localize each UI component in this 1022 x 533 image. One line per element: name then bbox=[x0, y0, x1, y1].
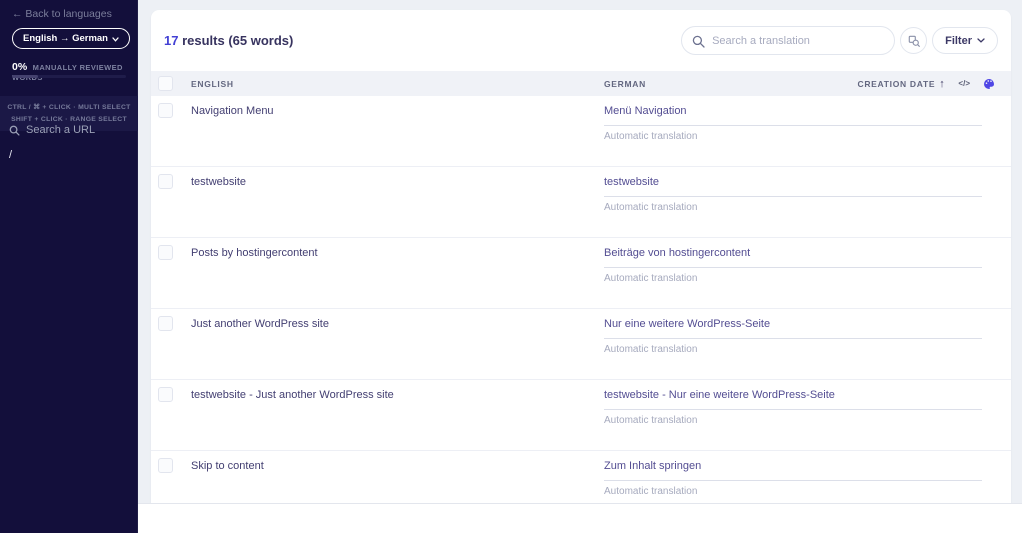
results-count: 17 bbox=[164, 33, 179, 48]
table-header: ENGLISH GERMAN CREATION DATE ↑ </> bbox=[151, 71, 1011, 96]
url-search-input[interactable]: Search a URL bbox=[9, 124, 95, 136]
sort-ascending-icon: ↑ bbox=[939, 77, 946, 90]
reviewed-progress-fill bbox=[12, 75, 38, 78]
filter-label: Filter bbox=[945, 34, 972, 47]
url-search-placeholder: Search a URL bbox=[26, 124, 96, 136]
row-checkbox[interactable] bbox=[158, 316, 173, 331]
back-to-languages-link[interactable]: ← Back to languages bbox=[12, 8, 112, 20]
translation-cell: Zum Inhalt springen Automatic translatio… bbox=[604, 451, 982, 497]
translation-search-input[interactable] bbox=[712, 27, 889, 54]
language-pair-label: English → German bbox=[23, 33, 108, 44]
shortcut-hint-line1: CTRL / ⌘ + CLICK · MULTI SELECT bbox=[7, 104, 131, 111]
back-to-languages-label: Back to languages bbox=[25, 8, 112, 20]
back-arrow-icon: ← bbox=[12, 8, 23, 20]
translation-cell: Beiträge von hostingercontent Automatic … bbox=[604, 238, 982, 284]
translation-status: Automatic translation bbox=[604, 131, 698, 142]
translation-field[interactable]: Zum Inhalt springen bbox=[604, 451, 982, 481]
search-in-code-icon bbox=[908, 35, 920, 47]
translation-status: Automatic translation bbox=[604, 273, 698, 284]
source-text: Navigation Menu bbox=[191, 105, 274, 117]
search-icon bbox=[9, 125, 20, 136]
translation-search bbox=[681, 26, 896, 55]
results-label: results (65 words) bbox=[178, 33, 294, 48]
row-checkbox[interactable] bbox=[158, 245, 173, 260]
chevron-down-icon bbox=[977, 38, 985, 43]
palette-icon[interactable] bbox=[983, 78, 995, 90]
row-checkbox[interactable] bbox=[158, 458, 173, 473]
source-text: Skip to content bbox=[191, 460, 264, 472]
source-text: testwebsite bbox=[191, 176, 247, 188]
translation-status: Automatic translation bbox=[604, 202, 698, 213]
translation-cell: testwebsite - Nur eine weitere WordPress… bbox=[604, 380, 982, 426]
reviewed-label: MANUALLY REVIEWED WORDS bbox=[12, 63, 123, 82]
translation-status: Automatic translation bbox=[604, 415, 698, 426]
source-text: Just another WordPress site bbox=[191, 318, 329, 330]
translation-rows: Navigation Menu Menü Navigation Automati… bbox=[151, 96, 1011, 522]
results-summary: 17 results (65 words) bbox=[164, 33, 293, 48]
creation-date-label: CREATION DATE bbox=[857, 78, 936, 89]
pagination-footer bbox=[138, 503, 1022, 533]
translation-field[interactable]: testwebsite - Nur eine weitere WordPress… bbox=[604, 380, 982, 410]
sidebar: ← Back to languages English → German 0% … bbox=[0, 0, 138, 533]
table-header-right: CREATION DATE ↑ </> bbox=[857, 71, 995, 96]
column-header-creation-date[interactable]: CREATION DATE ↑ bbox=[857, 78, 945, 90]
translation-field[interactable]: testwebsite bbox=[604, 167, 982, 197]
language-pair-selector[interactable]: English → German bbox=[12, 28, 130, 49]
row-checkbox[interactable] bbox=[158, 387, 173, 402]
row-checkbox[interactable] bbox=[158, 103, 173, 118]
reviewed-progress-bar bbox=[12, 75, 126, 78]
translations-panel: 17 results (65 words) Filter ENGLISH GER… bbox=[151, 10, 1011, 522]
source-text: Posts by hostingercontent bbox=[191, 247, 318, 259]
source-text: testwebsite - Just another WordPress sit… bbox=[191, 389, 394, 401]
chevron-down-icon bbox=[112, 36, 119, 42]
select-all-checkbox[interactable] bbox=[158, 76, 173, 91]
translation-cell: Nur eine weitere WordPress-Seite Automat… bbox=[604, 309, 982, 355]
toolbar: 17 results (65 words) Filter bbox=[151, 10, 1011, 71]
filter-button[interactable]: Filter bbox=[932, 27, 998, 54]
column-header-german: GERMAN bbox=[604, 79, 646, 89]
translation-cell: testwebsite Automatic translation bbox=[604, 167, 982, 213]
advanced-search-button[interactable] bbox=[900, 27, 928, 54]
search-icon bbox=[692, 35, 705, 48]
column-header-english: ENGLISH bbox=[191, 79, 234, 89]
translation-field[interactable]: Nur eine weitere WordPress-Seite bbox=[604, 309, 982, 339]
row-checkbox[interactable] bbox=[158, 174, 173, 189]
table-row: Posts by hostingercontent Beiträge von h… bbox=[151, 238, 1011, 309]
translation-field[interactable]: Beiträge von hostingercontent bbox=[604, 238, 982, 268]
table-row: Just another WordPress site Nur eine wei… bbox=[151, 309, 1011, 380]
toolbar-actions: Filter bbox=[681, 26, 998, 55]
translation-field[interactable]: Menü Navigation bbox=[604, 96, 982, 126]
url-list-item[interactable]: / bbox=[9, 149, 12, 161]
table-row: testwebsite testwebsite Automatic transl… bbox=[151, 167, 1011, 238]
translation-cell: Menü Navigation Automatic translation bbox=[604, 96, 982, 142]
table-row: Navigation Menu Menü Navigation Automati… bbox=[151, 96, 1011, 167]
translation-status: Automatic translation bbox=[604, 344, 698, 355]
reviewed-words-stat: 0% MANUALLY REVIEWED WORDS bbox=[12, 61, 130, 82]
table-row: testwebsite - Just another WordPress sit… bbox=[151, 380, 1011, 451]
show-html-toggle-icon[interactable]: </> bbox=[958, 79, 970, 88]
translation-status: Automatic translation bbox=[604, 486, 698, 497]
reviewed-percent: 0% bbox=[12, 61, 28, 73]
